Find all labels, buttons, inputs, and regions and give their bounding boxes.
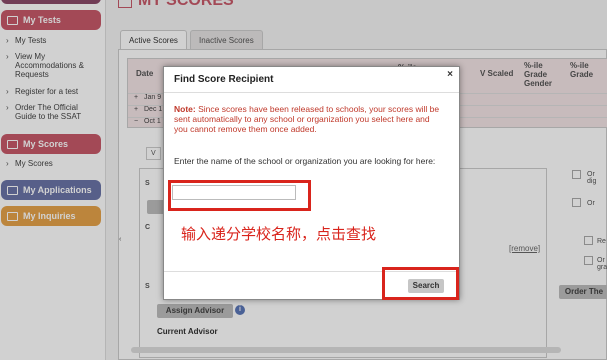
note-label: Note: [174,104,196,114]
dialog-title: Find Score Recipient [164,67,459,93]
note-text: Since scores have been released to schoo… [174,104,440,134]
remove-link[interactable]: [remove] [509,244,540,253]
highlight-box-input [168,180,311,211]
find-score-recipient-dialog: Find Score Recipient × Note: Since score… [163,66,460,300]
instruction-annotation: 输入递分学校名称，点击查找 [181,226,377,243]
dialog-note: Note: Since scores have been released to… [174,104,444,134]
close-icon[interactable]: × [447,69,453,80]
highlight-box-search [382,267,459,300]
dialog-prompt: Enter the name of the school or organiza… [174,156,436,166]
